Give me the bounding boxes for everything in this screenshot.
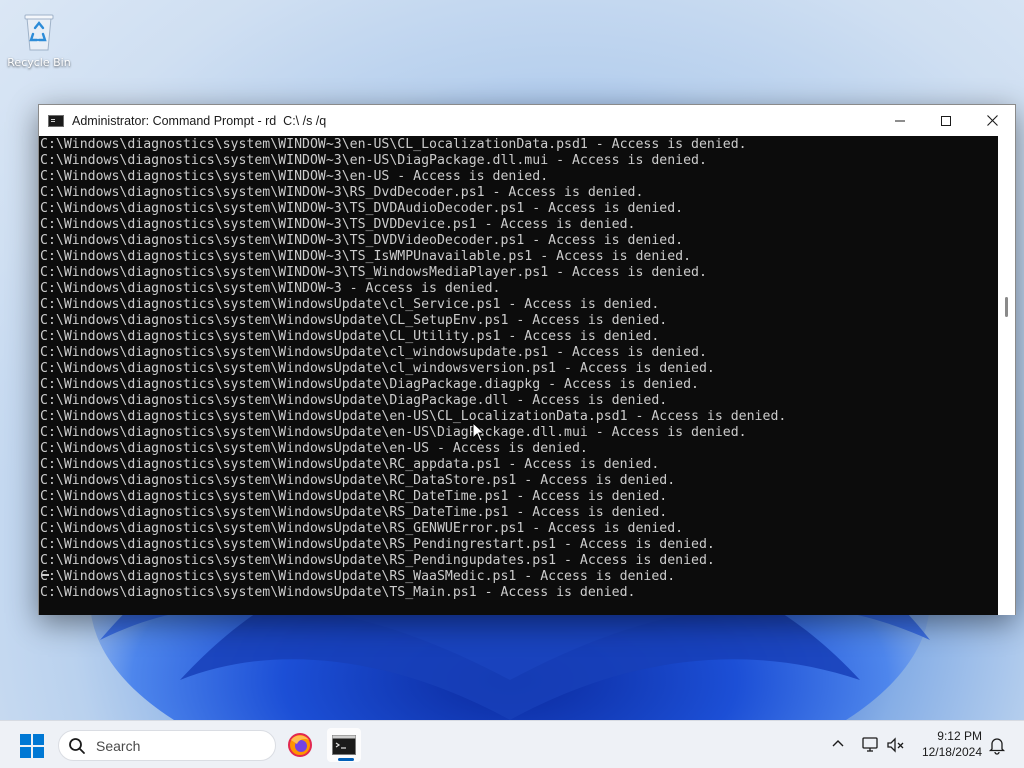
- console-line: C:\Windows\diagnostics\system\WindowsUpd…: [40, 345, 707, 360]
- console-line: C:\Windows\diagnostics\system\WindowsUpd…: [40, 585, 636, 600]
- window-title: Administrator: Command Prompt - rd C:\ /…: [72, 113, 327, 128]
- title-bar[interactable]: Administrator: Command Prompt - rd C:\ /…: [39, 105, 1015, 136]
- taskbar-app-command-prompt[interactable]: [327, 728, 361, 762]
- notifications-button[interactable]: [987, 735, 1007, 755]
- console-line: C:\Windows\diagnostics\system\WindowsUpd…: [40, 473, 676, 488]
- network-icon: [862, 737, 878, 752]
- console-line: C:\Windows\diagnostics\system\WINDOW~3\T…: [40, 201, 684, 216]
- console-line: C:\Windows\diagnostics\system\WindowsUpd…: [40, 425, 747, 440]
- console-line: C:\Windows\diagnostics\system\WindowsUpd…: [40, 409, 787, 424]
- console-line: C:\Windows\diagnostics\system\WindowsUpd…: [40, 457, 660, 472]
- show-hidden-icons-button[interactable]: [829, 735, 847, 753]
- start-button[interactable]: [20, 734, 44, 758]
- console-output[interactable]: C:\Windows\diagnostics\system\WINDOW~3\e…: [39, 136, 999, 615]
- command-prompt-window[interactable]: Administrator: Command Prompt - rd C:\ /…: [38, 104, 1016, 615]
- desktop-icon-recycle-bin[interactable]: Recycle Bin: [6, 8, 72, 69]
- console-line: C:\Windows\diagnostics\system\WINDOW~3\R…: [40, 185, 644, 200]
- maximize-icon: [941, 115, 951, 126]
- search-icon: [69, 737, 85, 754]
- clock-date: 12/18/2024: [921, 745, 982, 759]
- minimize-icon: [895, 120, 905, 121]
- command-prompt-icon: [332, 735, 356, 755]
- taskbar-clock[interactable]: 9:12 PM 12/18/2024: [912, 728, 982, 760]
- close-button[interactable]: [969, 105, 1015, 136]
- console-line: C:\Windows\diagnostics\system\WindowsUpd…: [40, 505, 668, 520]
- console-line: C:\Windows\diagnostics\system\WindowsUpd…: [40, 537, 715, 552]
- recycle-bin-icon: [21, 10, 57, 52]
- console-line: C:\Windows\diagnostics\system\WINDOW~3 -…: [40, 281, 501, 296]
- console-line: C:\Windows\diagnostics\system\WINDOW~3\e…: [40, 153, 707, 168]
- maximize-button[interactable]: [923, 105, 969, 136]
- bell-icon: [988, 738, 1006, 755]
- vertical-scrollbar[interactable]: [998, 136, 1015, 615]
- console-line: C:\Windows\diagnostics\system\WindowsUpd…: [40, 553, 715, 568]
- console-line: C:\Windows\diagnostics\system\WINDOW~3\T…: [40, 265, 707, 280]
- chevron-up-icon: [832, 740, 844, 747]
- console-line: C:\Windows\diagnostics\system\WINDOW~3\T…: [40, 217, 636, 232]
- text-cursor: [41, 574, 49, 576]
- firefox-icon: [288, 733, 312, 757]
- console-line: C:\Windows\diagnostics\system\WINDOW~3\e…: [40, 137, 747, 152]
- console-line: C:\Windows\diagnostics\system\WindowsUpd…: [40, 313, 668, 328]
- console-line: C:\Windows\diagnostics\system\WINDOW~3\T…: [40, 249, 692, 264]
- console-line: C:\Windows\diagnostics\system\WindowsUpd…: [40, 377, 699, 392]
- console-line: C:\Windows\diagnostics\system\WindowsUpd…: [40, 521, 684, 536]
- clock-time: 9:12 PM: [937, 729, 982, 743]
- desktop-icon-label: Recycle Bin: [7, 56, 71, 69]
- command-prompt-icon: [48, 114, 64, 127]
- active-app-indicator: [338, 758, 354, 761]
- close-icon: [986, 115, 998, 126]
- minimize-button[interactable]: [877, 105, 923, 136]
- console-line: C:\Windows\diagnostics\system\WindowsUpd…: [40, 393, 668, 408]
- scrollbar-thumb[interactable]: [1005, 297, 1008, 317]
- volume-muted-icon: [887, 737, 904, 753]
- mouse-pointer-icon: [472, 422, 486, 442]
- console-line: C:\Windows\diagnostics\system\WINDOW~3\e…: [40, 169, 549, 184]
- windows-logo-icon: [20, 734, 44, 758]
- taskbar: Search 9:12 PM 12/18/2024: [0, 720, 1024, 768]
- taskbar-app-firefox[interactable]: [283, 728, 317, 762]
- console-line: C:\Windows\diagnostics\system\WindowsUpd…: [40, 489, 668, 504]
- volume-button[interactable]: [886, 735, 906, 755]
- search-placeholder: Search: [96, 737, 141, 754]
- console-line: C:\Windows\diagnostics\system\WindowsUpd…: [40, 569, 676, 584]
- console-line: C:\Windows\diagnostics\system\WindowsUpd…: [40, 297, 660, 312]
- taskbar-search[interactable]: Search: [58, 730, 276, 761]
- console-line: C:\Windows\diagnostics\system\WindowsUpd…: [40, 329, 660, 344]
- console-line: C:\Windows\diagnostics\system\WindowsUpd…: [40, 441, 588, 456]
- network-button[interactable]: [860, 735, 880, 755]
- console-line: C:\Windows\diagnostics\system\WindowsUpd…: [40, 361, 715, 376]
- console-line: C:\Windows\diagnostics\system\WINDOW~3\T…: [40, 233, 684, 248]
